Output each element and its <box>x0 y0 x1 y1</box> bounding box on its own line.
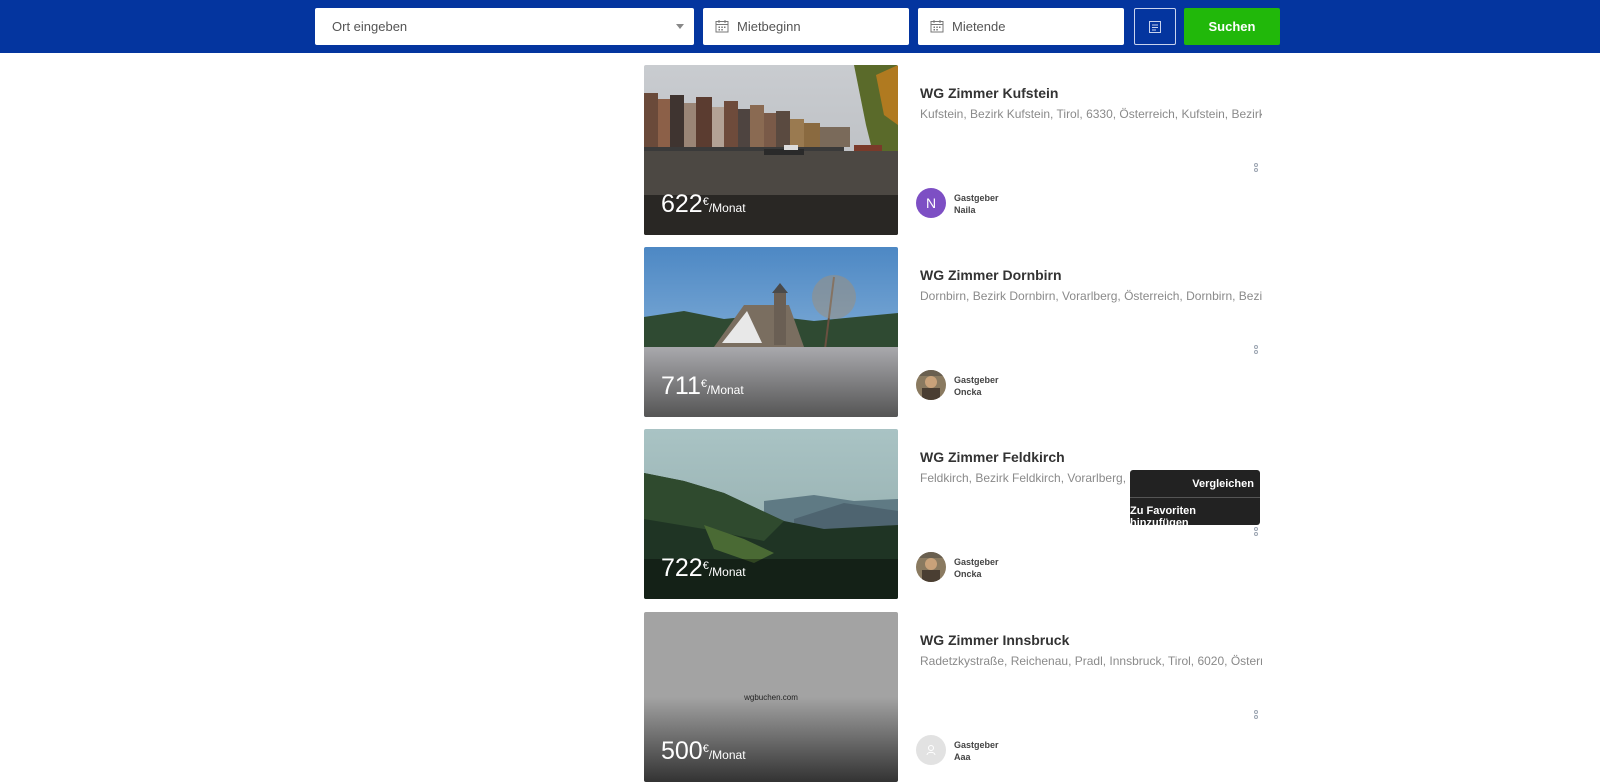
host-name: Naila <box>954 205 976 215</box>
search-header: Ort eingeben Mietbeginn Mietende Suchen <box>0 0 1600 53</box>
listing-title[interactable]: WG Zimmer Dornbirn <box>920 267 1062 283</box>
price-currency: € <box>702 743 709 755</box>
price-amount: 622 <box>661 190 703 218</box>
price-currency: € <box>700 378 707 390</box>
menu-divider <box>1130 497 1260 498</box>
listing-price: 722€/Monat <box>661 556 746 585</box>
listing-image[interactable]: 622€/Monat <box>644 65 898 235</box>
listing-title[interactable]: WG Zimmer Innsbruck <box>920 632 1069 648</box>
host-label: Gastgeber <box>954 740 999 750</box>
compare-menu-item[interactable]: Vergleichen <box>1192 478 1254 490</box>
start-date-placeholder: Mietbeginn <box>737 19 801 34</box>
price-amount: 722 <box>661 554 703 582</box>
listing-price: 500€/Monat <box>661 739 746 768</box>
price-period: /Monat <box>708 748 746 762</box>
price-amount: 500 <box>661 737 703 765</box>
listing-address: Dornbirn, Bezirk Dornbirn, Vorarlberg, Ö… <box>920 289 1262 303</box>
avatar: N <box>916 188 946 218</box>
end-date-field[interactable]: Mietende <box>918 8 1124 45</box>
end-date-placeholder: Mietende <box>952 19 1006 34</box>
more-options-icon[interactable] <box>1254 527 1260 541</box>
host-name: Oncka <box>954 569 982 579</box>
avatar <box>916 370 946 400</box>
more-options-icon[interactable] <box>1254 163 1260 177</box>
listing-card[interactable]: 622€/Monat WG Zimmer Kufstein Kufstein, … <box>644 65 1264 235</box>
listing-title[interactable]: WG Zimmer Kufstein <box>920 85 1058 101</box>
host-name: Aaa <box>954 752 971 762</box>
listing-price: 711€/Monat <box>661 374 744 403</box>
search-button[interactable]: Suchen <box>1184 8 1280 45</box>
price-amount: 711 <box>661 372 701 400</box>
filter-button[interactable] <box>1134 8 1176 45</box>
avatar-initial: N <box>925 195 937 211</box>
listing-title[interactable]: WG Zimmer Feldkirch <box>920 449 1065 465</box>
listing-address: Kufstein, Bezirk Kufstein, Tirol, 6330, … <box>920 107 1262 121</box>
price-currency: € <box>702 560 709 572</box>
host-label: Gastgeber <box>954 193 999 203</box>
filter-icon <box>1149 20 1161 33</box>
listing-address: Radetzkystraße, Reichenau, Pradl, Innsbr… <box>920 654 1262 668</box>
host-name: Oncka <box>954 387 982 397</box>
listing-image[interactable]: 711€/Monat <box>644 247 898 417</box>
listing-image[interactable]: wgbuchen.com 500€/Monat <box>644 612 898 782</box>
more-options-icon[interactable] <box>1254 345 1260 359</box>
location-select[interactable]: Ort eingeben <box>315 8 694 45</box>
price-period: /Monat <box>708 201 746 215</box>
more-options-icon[interactable] <box>1254 710 1260 724</box>
price-currency: € <box>702 196 709 208</box>
calendar-icon <box>930 20 944 33</box>
price-period: /Monat <box>708 565 746 579</box>
host-label: Gastgeber <box>954 557 999 567</box>
calendar-icon <box>715 20 729 33</box>
listing-price: 622€/Monat <box>661 192 746 221</box>
listing-card[interactable]: wgbuchen.com 500€/Monat WG Zimmer Innsbr… <box>644 612 1264 782</box>
add-to-favorites-menu-item[interactable]: Zu Favoriten hinzufügen <box>1130 505 1254 529</box>
host-label: Gastgeber <box>954 375 999 385</box>
chevron-down-icon <box>676 24 684 29</box>
user-placeholder-icon <box>926 745 936 756</box>
placeholder-image-text: wgbuchen.com <box>744 693 798 702</box>
listing-card[interactable]: 711€/Monat WG Zimmer Dornbirn Dornbirn, … <box>644 247 1264 417</box>
listing-context-menu: Vergleichen Zu Favoriten hinzufügen <box>1130 470 1260 529</box>
price-period: /Monat <box>706 383 744 397</box>
avatar <box>916 552 946 582</box>
start-date-field[interactable]: Mietbeginn <box>703 8 909 45</box>
listing-image[interactable]: 722€/Monat <box>644 429 898 599</box>
avatar <box>916 735 946 765</box>
location-placeholder: Ort eingeben <box>332 19 408 34</box>
